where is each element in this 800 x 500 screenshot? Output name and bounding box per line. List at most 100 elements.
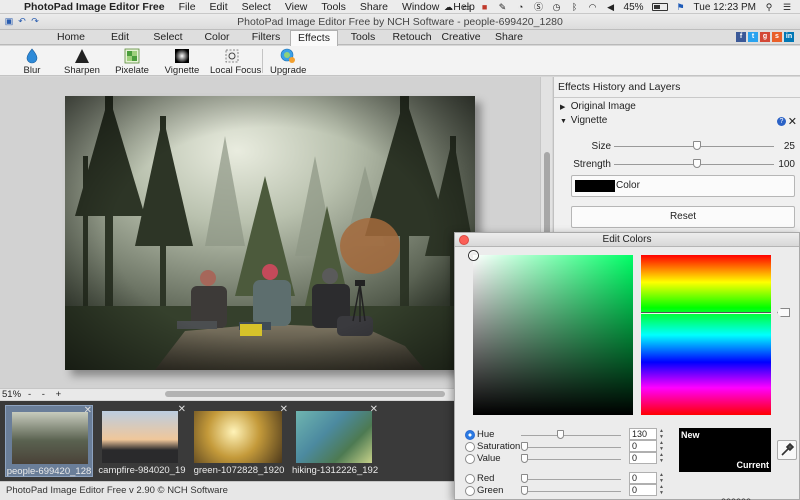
facebook-icon[interactable]: f (736, 32, 746, 42)
bluetooth-icon[interactable]: ᛒ (570, 2, 580, 12)
saturation-value-field[interactable]: 0 (629, 440, 657, 452)
flag-icon[interactable]: ⚑ (676, 2, 686, 12)
menu-file[interactable]: File (179, 1, 196, 13)
wifi-icon[interactable]: ◠ (588, 2, 598, 12)
thumbnail-item[interactable]: ✕ people-699420_128 (5, 405, 93, 477)
thumbnail-close-icon[interactable]: ✕ (178, 405, 186, 415)
menu-tools[interactable]: Tools (321, 1, 346, 13)
thumbnail-close-icon[interactable]: ✕ (280, 405, 288, 415)
undo-icon[interactable]: ↶ (17, 16, 27, 26)
thumbnail-item[interactable]: ✕ campfire-984020_19 (98, 405, 186, 477)
red-radio[interactable] (465, 474, 475, 484)
hue-slider-knob[interactable] (557, 430, 564, 439)
monitor-icon[interactable]: ▭ (462, 2, 472, 12)
stumbleupon-icon[interactable]: s (772, 32, 782, 42)
tab-share[interactable]: Share (486, 30, 532, 45)
linkedin-icon[interactable]: in (784, 32, 794, 42)
hue-spectrum-bar[interactable] (641, 255, 771, 415)
redo-icon[interactable]: ↷ (30, 16, 40, 26)
saturation-value-picker[interactable] (469, 251, 633, 415)
stepper-icon[interactable]: ▲ ▼ (659, 440, 665, 452)
menu-view[interactable]: View (285, 1, 308, 13)
thumbnail-item[interactable]: ✕ hiking-1312226_192 (292, 405, 378, 477)
red-slider-track[interactable] (521, 479, 621, 480)
zoom-controls[interactable]: - - + (28, 389, 65, 400)
cloud-icon[interactable]: ☁ (444, 2, 454, 12)
reset-button[interactable]: Reset (571, 206, 795, 228)
edited-photo[interactable] (65, 96, 475, 370)
hue-slider-arrow[interactable] (777, 308, 790, 317)
green-value-field[interactable]: 0 (629, 484, 657, 496)
tab-edit[interactable]: Edit (96, 30, 144, 45)
tab-creative[interactable]: Creative (436, 30, 486, 45)
value-slider-track[interactable] (521, 459, 621, 460)
red-value-field[interactable]: 0 (629, 472, 657, 484)
thumbnail-close-icon[interactable]: ✕ (370, 405, 378, 415)
strength-slider-knob[interactable] (693, 159, 702, 168)
menu-app-name[interactable]: PhotoPad Image Editor Free (24, 1, 165, 13)
layer-vignette[interactable]: ▼ Vignette (560, 115, 607, 126)
tab-filters[interactable]: Filters (242, 30, 290, 45)
color-button[interactable]: Color (571, 175, 795, 197)
tab-tools[interactable]: Tools (338, 30, 388, 45)
stepper-icon[interactable]: ▲ ▼ (659, 484, 665, 496)
menu-share[interactable]: Share (360, 1, 388, 13)
menubar-clock[interactable]: Tue 12:23 PM (694, 2, 756, 13)
pixelate-button[interactable]: Pixelate (114, 48, 150, 76)
stepper-icon[interactable]: ▲ ▼ (659, 428, 665, 440)
vignette-button[interactable]: Vignette (164, 48, 200, 76)
time-machine-icon[interactable]: ◷ (552, 2, 562, 12)
stepper-icon[interactable]: ▲ ▼ (659, 472, 665, 484)
size-slider-knob[interactable] (693, 141, 702, 150)
green-slider-track[interactable] (521, 491, 621, 492)
red-slider-knob[interactable] (521, 474, 528, 483)
zoom-level[interactable]: 51% (2, 389, 21, 400)
sync-icon[interactable]: ◔ (516, 2, 526, 12)
s-icon[interactable]: Ⓢ (534, 2, 544, 12)
tab-effects[interactable]: Effects (290, 30, 338, 46)
notification-center-icon[interactable]: ☰ (782, 2, 792, 12)
horizontal-scroll-thumb[interactable] (165, 391, 445, 397)
thumbnail-item[interactable]: ✕ green-1072828_1920 (190, 405, 288, 477)
value-value-field[interactable]: 0 (629, 452, 657, 464)
upgrade-button[interactable]: Upgrade (270, 48, 306, 76)
value-radio[interactable] (465, 454, 475, 464)
tab-retouch[interactable]: Retouch (388, 30, 436, 45)
saturation-radio[interactable] (465, 442, 475, 452)
twitter-icon[interactable]: t (748, 32, 758, 42)
pen-icon[interactable]: ✎ (498, 2, 508, 12)
volume-icon[interactable]: ◀ (606, 2, 616, 12)
menu-edit[interactable]: Edit (210, 1, 228, 13)
hue-slider-track[interactable] (521, 435, 621, 436)
saturation-slider-knob[interactable] (521, 442, 528, 451)
remove-layer-icon[interactable]: ✕ (788, 115, 797, 128)
local-focus-button[interactable]: Local Focus (210, 48, 261, 76)
help-icon[interactable]: ? (777, 117, 786, 126)
close-icon[interactable] (459, 235, 469, 245)
saturation-slider-track[interactable] (521, 447, 621, 448)
green-slider-knob[interactable] (521, 486, 528, 495)
spotlight-search-icon[interactable]: ⚲ (764, 2, 774, 12)
tab-color[interactable]: Color (192, 30, 242, 45)
expanded-arrow-icon[interactable]: ▼ (560, 118, 568, 125)
sharpen-button[interactable]: Sharpen (64, 48, 100, 76)
collapsed-arrow-icon[interactable]: ▶ (560, 103, 568, 111)
thumbnail-close-icon[interactable]: ✕ (84, 406, 92, 416)
blur-button[interactable]: Blur (16, 48, 48, 76)
stepper-icon[interactable]: ▲ ▼ (659, 452, 665, 464)
value-slider-knob[interactable] (521, 454, 528, 463)
google-plus-icon[interactable]: g (760, 32, 770, 42)
tab-home[interactable]: Home (46, 30, 96, 45)
battery-icon[interactable] (651, 3, 668, 11)
menu-select[interactable]: Select (242, 1, 271, 13)
layer-original-image[interactable]: ▶ Original Image (560, 101, 636, 112)
hue-value-field[interactable]: 130 (629, 428, 657, 440)
eyedropper-button[interactable] (777, 440, 797, 460)
hue-radio[interactable] (465, 430, 475, 440)
menu-window[interactable]: Window (402, 1, 439, 13)
green-radio[interactable] (465, 486, 475, 496)
tab-select[interactable]: Select (144, 30, 192, 45)
app-status-icon[interactable]: ■ (480, 2, 490, 12)
color-picker-handle[interactable] (469, 251, 478, 260)
save-icon[interactable]: ▣ (4, 16, 14, 26)
